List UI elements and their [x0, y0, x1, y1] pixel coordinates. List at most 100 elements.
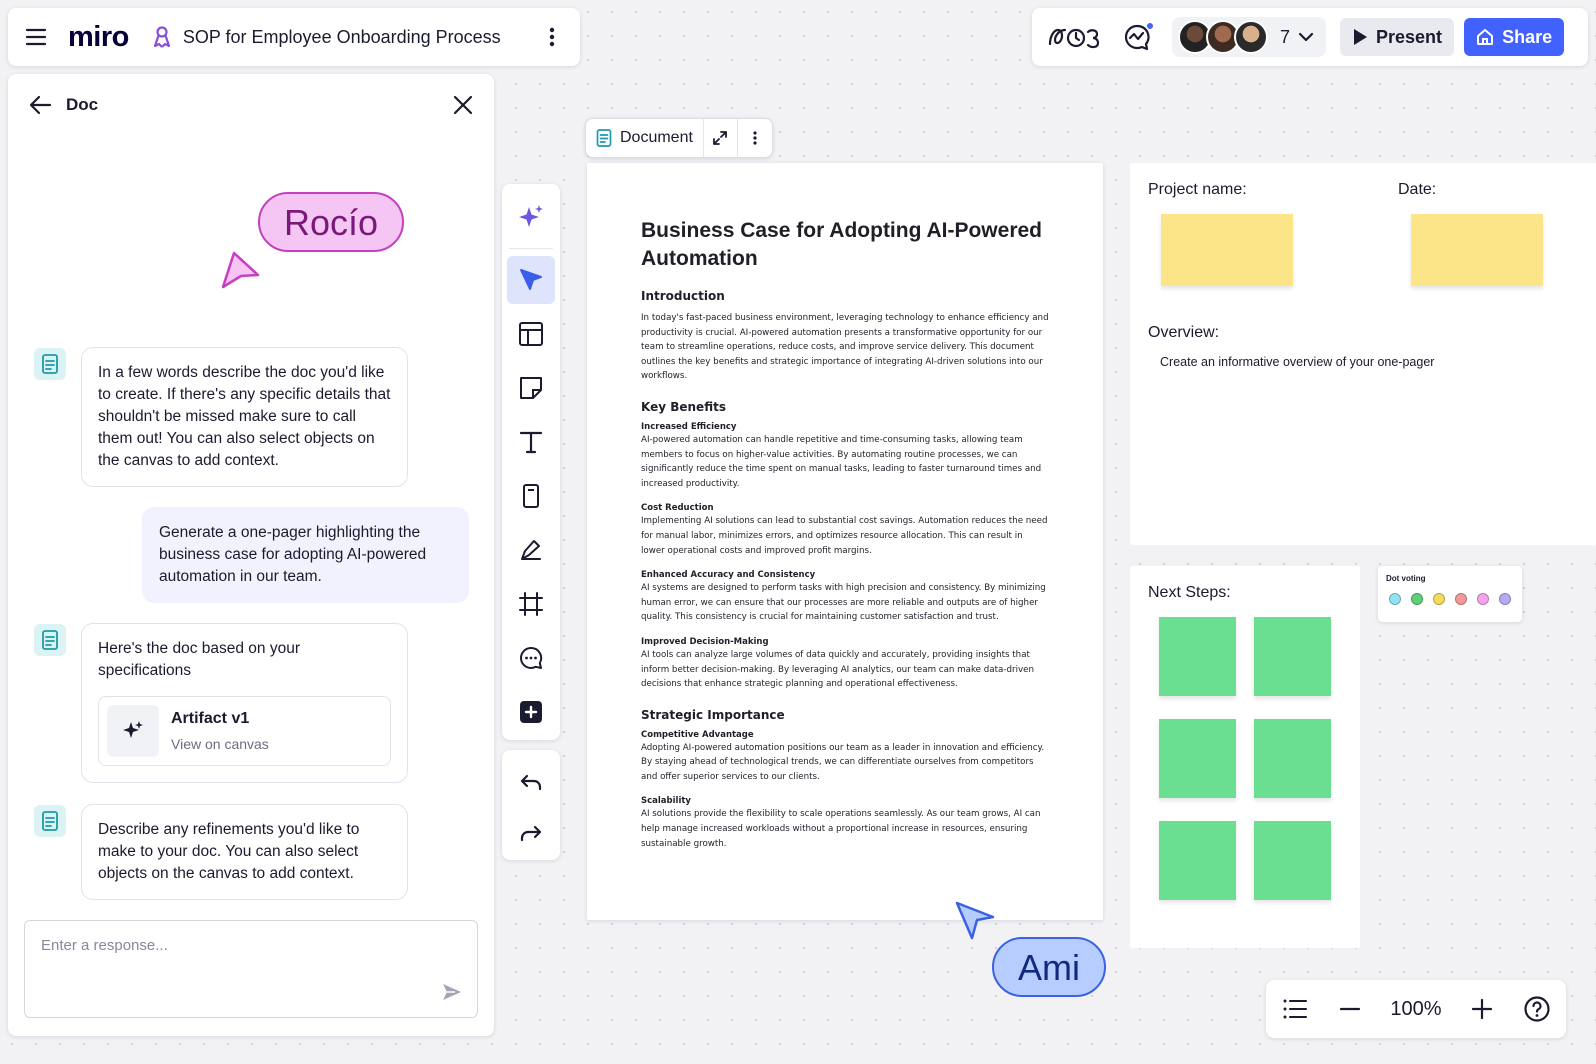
back-arrow-icon[interactable]: [28, 92, 54, 118]
list-icon[interactable]: [1280, 994, 1310, 1024]
chevron-down-icon[interactable]: [1296, 27, 1316, 47]
templates-tool[interactable]: [507, 310, 555, 358]
help-icon[interactable]: [1522, 994, 1552, 1024]
artifact-card[interactable]: Artifact v1 View on canvas: [98, 696, 391, 766]
document-label: Document: [620, 129, 693, 146]
activity-chat-icon[interactable]: [1120, 20, 1154, 54]
benefit-text: AI tools can analyze large volumes of da…: [641, 649, 1034, 690]
vote-dot[interactable]: [1477, 593, 1489, 605]
zoom-in-icon[interactable]: [1467, 994, 1497, 1024]
project-name-label: Project name:: [1148, 181, 1247, 198]
strategic-text: AI solutions provide the flexibility to …: [641, 809, 1041, 849]
add-more-tool[interactable]: [507, 688, 555, 736]
comment-tool[interactable]: [507, 634, 555, 682]
collaborator-count: 7: [1280, 26, 1291, 47]
benefit-text: AI-powered automation can handle repetit…: [641, 434, 1042, 489]
expand-icon[interactable]: [704, 119, 738, 157]
board-options-icon[interactable]: [540, 25, 564, 49]
doc-assistant-icon: [34, 348, 66, 380]
project-name-sticky[interactable]: [1161, 214, 1293, 286]
onepager-frame[interactable]: Project name: Date: Overview: Create an …: [1130, 163, 1596, 545]
miro-logo[interactable]: miro: [68, 21, 129, 54]
doc-assistant-icon: [34, 805, 66, 837]
history-toolbar: [502, 750, 560, 860]
vote-dot[interactable]: [1411, 593, 1423, 605]
benefit-text: AI systems are designed to perform tasks…: [641, 583, 1046, 623]
next-step-sticky[interactable]: [1254, 617, 1331, 696]
next-step-sticky[interactable]: [1159, 617, 1236, 696]
rocio-cursor-label: Rocío: [258, 192, 405, 252]
zoom-out-icon[interactable]: [1335, 994, 1365, 1024]
ai-sparkle-tool[interactable]: [507, 193, 555, 241]
next-step-sticky[interactable]: [1159, 821, 1236, 900]
next-steps-frame[interactable]: Next Steps:: [1130, 566, 1360, 948]
sparkle-icon: [107, 705, 159, 757]
intro-text: In today's fast-paced business environme…: [641, 313, 1049, 382]
vote-dot[interactable]: [1499, 593, 1511, 605]
overview-label: Overview:: [1148, 324, 1220, 341]
vote-dot[interactable]: [1389, 593, 1401, 605]
reactions-timer-icon[interactable]: [1046, 20, 1102, 54]
zoom-level[interactable]: 100%: [1390, 998, 1441, 1021]
topbar-right: 7 Present Share: [1032, 8, 1588, 66]
benefit-title: Improved Decision-Making: [641, 636, 769, 647]
present-button[interactable]: Present: [1340, 18, 1455, 56]
frame-tool[interactable]: [507, 580, 555, 628]
select-cursor-tool[interactable]: [507, 256, 555, 304]
text-tool[interactable]: [507, 418, 555, 466]
doc-panel-title: Doc: [66, 95, 99, 114]
user-message: Generate a one-pager highlighting the bu…: [142, 507, 469, 603]
dot-voting-title: Dot voting: [1386, 574, 1426, 583]
response-box[interactable]: [24, 920, 478, 1018]
board-ribbon-icon: [151, 25, 173, 49]
document-chip-label[interactable]: Document: [586, 119, 704, 157]
sticky-note-tool[interactable]: [507, 364, 555, 412]
vote-dot[interactable]: [1433, 593, 1445, 605]
board-title[interactable]: SOP for Employee Onboarding Process: [183, 27, 540, 48]
benefit-text: Implementing AI solutions can lead to su…: [641, 516, 1048, 556]
ami-cursor-label: Ami: [992, 937, 1106, 997]
strategic-text: Adopting AI-powered automation positions…: [641, 742, 1045, 782]
undo-icon[interactable]: [507, 761, 555, 806]
share-label: Share: [1502, 26, 1553, 47]
strategic-title: Competitive Advantage: [641, 729, 754, 740]
benefit-title: Enhanced Accuracy and Consistency: [641, 570, 816, 581]
date-sticky[interactable]: [1411, 214, 1543, 286]
next-step-sticky[interactable]: [1254, 821, 1331, 900]
strategic-heading: Strategic Importance: [641, 707, 785, 722]
avatar[interactable]: [1234, 20, 1268, 54]
doc-assistant-icon: [34, 624, 66, 656]
dot-voting-widget[interactable]: Dot voting: [1378, 566, 1522, 622]
share-button[interactable]: Share: [1464, 18, 1565, 56]
doc-panel-header: Doc: [28, 90, 474, 120]
ami-cursor-arrow-icon: [954, 900, 996, 942]
notification-dot: [1146, 22, 1154, 30]
next-steps-label: Next Steps:: [1148, 584, 1231, 601]
hamburger-menu-icon[interactable]: [24, 25, 48, 49]
close-icon[interactable]: [452, 94, 474, 116]
assistant-message-text: Here's the doc based on your specificati…: [98, 640, 300, 679]
collaborators-menu[interactable]: 7: [1172, 17, 1327, 57]
next-step-sticky[interactable]: [1159, 719, 1236, 798]
document-icon: [596, 129, 612, 147]
assistant-message: In a few words describe the doc you'd li…: [81, 347, 408, 487]
toolbar-divider: [509, 248, 553, 249]
rocio-cursor-arrow-icon: [220, 250, 262, 290]
document-title: Business Case for Adopting AI-Powered Au…: [641, 219, 1042, 270]
document-page[interactable]: Business Case for Adopting AI-Powered Au…: [587, 163, 1103, 920]
document-options-icon[interactable]: [738, 119, 772, 157]
redo-icon[interactable]: [507, 812, 555, 857]
overview-text[interactable]: Create an informative overview of your o…: [1160, 355, 1434, 369]
card-tool[interactable]: [507, 472, 555, 520]
response-input[interactable]: [41, 937, 461, 954]
creation-toolbar: [502, 184, 560, 740]
artifact-subtitle[interactable]: View on canvas: [171, 733, 269, 755]
document-chip: Document: [585, 118, 773, 158]
benefits-heading: Key Benefits: [641, 399, 726, 414]
assistant-message: Here's the doc based on your specificati…: [81, 623, 408, 783]
artifact-name: Artifact v1: [171, 709, 250, 727]
send-icon[interactable]: [441, 981, 463, 1003]
pen-tool[interactable]: [507, 526, 555, 574]
next-step-sticky[interactable]: [1254, 719, 1331, 798]
vote-dot[interactable]: [1455, 593, 1467, 605]
